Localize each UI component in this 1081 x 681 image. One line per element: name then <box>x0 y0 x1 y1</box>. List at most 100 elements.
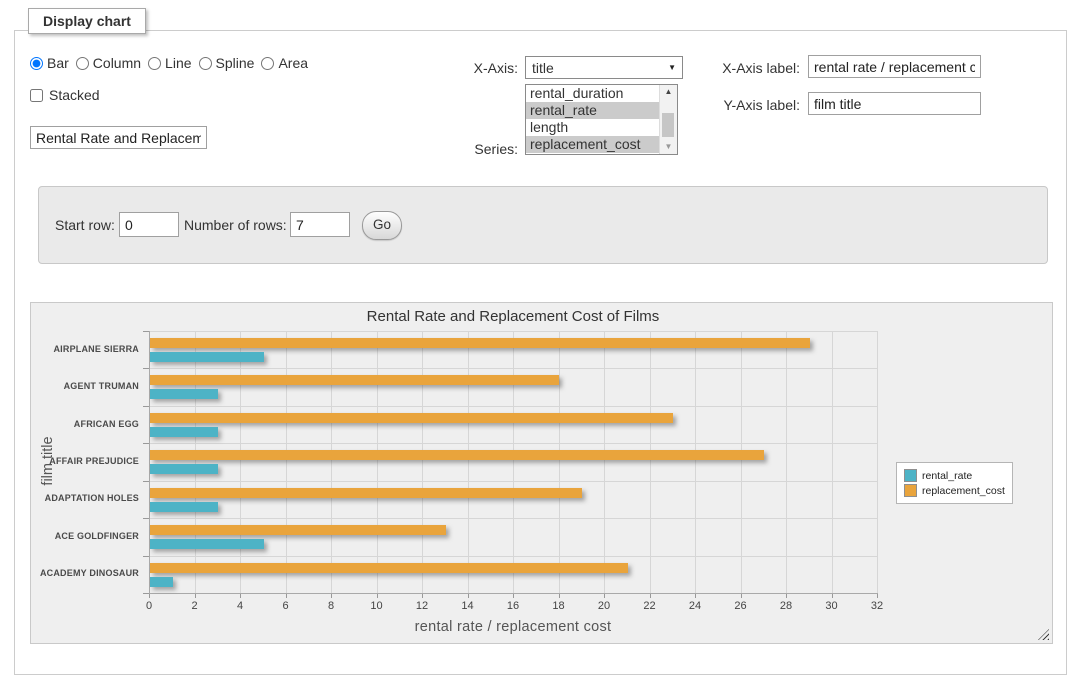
gridline-vertical <box>559 331 560 593</box>
gridline-vertical <box>195 331 196 593</box>
start-row-label: Start row: <box>55 217 115 233</box>
gridline-vertical <box>832 331 833 593</box>
gridline-vertical <box>786 331 787 593</box>
y-axis-title: film title <box>40 406 56 516</box>
y-axis-label-caption: Y-Axis label: <box>702 97 800 113</box>
chart-legend: rental_rate replacement_cost <box>896 462 1013 504</box>
radio-bar[interactable]: Bar <box>30 55 69 71</box>
legend-swatch-icon <box>904 484 917 497</box>
x-tick-mark <box>832 594 833 598</box>
stacked-checkbox[interactable] <box>30 89 43 102</box>
x-tick-label: 18 <box>544 600 574 612</box>
legend-label: replacement_cost <box>922 485 1005 497</box>
gridline-vertical <box>604 331 605 593</box>
stacked-option[interactable]: Stacked <box>30 87 100 103</box>
x-tick-mark <box>877 594 878 598</box>
series-listbox[interactable]: rental_durationrental_ratelengthreplacem… <box>525 84 678 155</box>
series-option-rental_duration[interactable]: rental_duration <box>526 85 661 102</box>
bar-rental_rate <box>150 539 264 549</box>
y-axis-line <box>149 331 150 594</box>
gridline-horizontal <box>149 518 877 519</box>
x-tick-label: 16 <box>498 600 528 612</box>
start-row-input[interactable] <box>119 212 179 237</box>
x-tick-mark <box>559 594 560 598</box>
chart-title: Rental Rate and Replacement Cost of Film… <box>31 308 995 325</box>
gridline-vertical <box>286 331 287 593</box>
bar-replacement_cost <box>150 338 810 348</box>
category-label: ACADEMY DINOSAUR <box>31 568 139 578</box>
bar-replacement_cost <box>150 563 628 573</box>
gridline-vertical <box>513 331 514 593</box>
series-listbox-label: Series: <box>430 141 518 157</box>
x-tick-label: 20 <box>589 600 619 612</box>
x-axis-select-label: X-Axis: <box>430 60 518 76</box>
x-axis-label-caption: X-Axis label: <box>702 60 800 76</box>
x-tick-label: 32 <box>862 600 892 612</box>
radio-input-area[interactable] <box>261 57 274 70</box>
x-tick-label: 14 <box>453 600 483 612</box>
x-tick-mark <box>604 594 605 598</box>
x-tick-mark <box>331 594 332 598</box>
radio-label-bar: Bar <box>47 55 69 71</box>
x-axis-title: rental rate / replacement cost <box>149 619 877 635</box>
gridline-horizontal <box>149 443 877 444</box>
x-tick-label: 4 <box>225 600 255 612</box>
series-option-replacement_cost[interactable]: replacement_cost <box>526 136 661 153</box>
bar-rental_rate <box>150 464 218 474</box>
radio-input-spline[interactable] <box>199 57 212 70</box>
stacked-label: Stacked <box>49 87 100 103</box>
x-tick-label: 2 <box>180 600 210 612</box>
bar-rental_rate <box>150 389 218 399</box>
legend-label: rental_rate <box>922 470 972 482</box>
gridline-vertical <box>377 331 378 593</box>
category-label: ACE GOLDFINGER <box>31 531 139 541</box>
radio-area[interactable]: Area <box>261 55 308 71</box>
x-tick-mark <box>650 594 651 598</box>
x-tick-label: 8 <box>316 600 346 612</box>
category-label: AGENT TRUMAN <box>31 381 139 391</box>
page: Display chart Bar Column Line Spline Area St… <box>0 0 1081 681</box>
x-tick-label: 22 <box>635 600 665 612</box>
scrollbar-thumb[interactable] <box>662 113 674 137</box>
gridline-vertical <box>422 331 423 593</box>
legend-entry-rental_rate: rental_rate <box>904 469 1005 482</box>
x-tick-mark <box>786 594 787 598</box>
x-tick-mark <box>240 594 241 598</box>
y-axis-label-input[interactable] <box>808 92 981 115</box>
series-listbox-scrollbar[interactable]: ▲ ▼ <box>659 85 677 154</box>
x-tick-mark <box>695 594 696 598</box>
x-tick-mark <box>149 594 150 598</box>
radio-label-column: Column <box>93 55 141 71</box>
bar-rental_rate <box>150 427 218 437</box>
radio-input-column[interactable] <box>76 57 89 70</box>
x-axis-select[interactable]: title ▼ <box>525 56 683 79</box>
gridline-horizontal <box>149 481 877 482</box>
radio-label-spline: Spline <box>216 55 255 71</box>
radio-column[interactable]: Column <box>76 55 141 71</box>
resize-handle-icon[interactable] <box>1038 629 1049 640</box>
chart-title-input[interactable] <box>30 126 207 149</box>
x-tick-label: 28 <box>771 600 801 612</box>
x-axis-line <box>149 593 878 594</box>
x-axis-label-input[interactable] <box>808 55 981 78</box>
x-axis-select-value: title <box>532 60 554 76</box>
gridline-vertical <box>650 331 651 593</box>
radio-input-line[interactable] <box>148 57 161 70</box>
chart-area: 02468101214161820222426283032AIRPLANE SI… <box>30 302 1053 644</box>
radio-line[interactable]: Line <box>148 55 191 71</box>
x-tick-label: 30 <box>817 600 847 612</box>
number-of-rows-input[interactable] <box>290 212 350 237</box>
gridline-vertical <box>695 331 696 593</box>
x-tick-mark <box>741 594 742 598</box>
scroll-down-icon[interactable]: ▼ <box>660 140 677 154</box>
x-tick-mark <box>286 594 287 598</box>
chevron-down-icon: ▼ <box>668 63 676 72</box>
series-option-length[interactable]: length <box>526 119 661 136</box>
series-option-rental_rate[interactable]: rental_rate <box>526 102 661 119</box>
radio-spline[interactable]: Spline <box>199 55 255 71</box>
bar-rental_rate <box>150 502 218 512</box>
panel-title: Display chart <box>28 8 146 34</box>
go-button[interactable]: Go <box>362 211 402 240</box>
scroll-up-icon[interactable]: ▲ <box>660 85 677 99</box>
radio-input-bar[interactable] <box>30 57 43 70</box>
